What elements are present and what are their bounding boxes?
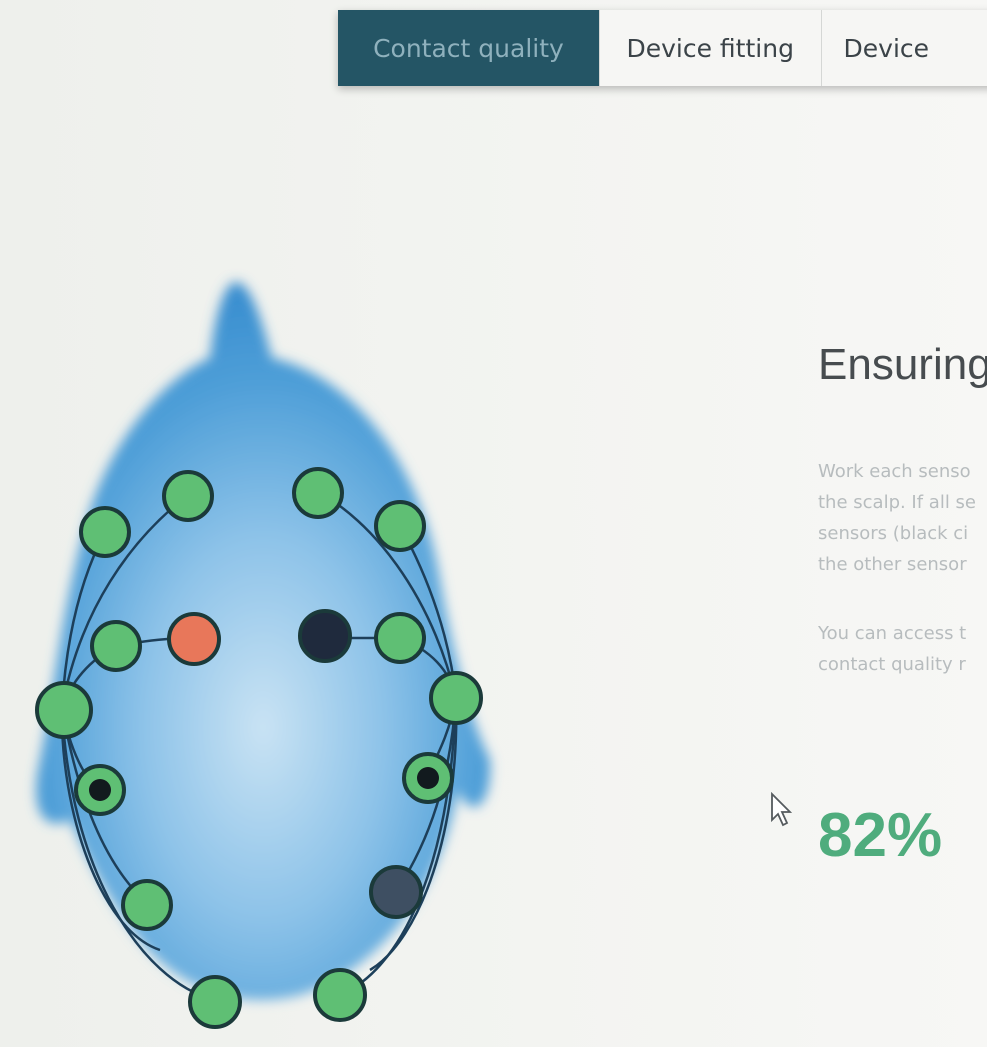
info-paragraph-1: Work each senso the scalp. If all se sen… <box>818 456 987 580</box>
tab-device-fitting[interactable]: Device fitting <box>600 10 822 86</box>
sensor-left-reference-dot <box>89 779 111 801</box>
info-paragraph-1-line: sensors (black ci <box>818 523 969 544</box>
sensor-right-front-outer[interactable] <box>374 500 426 552</box>
sensor-right-mid-inner[interactable] <box>374 612 426 664</box>
mouse-cursor-icon <box>770 791 793 832</box>
tab-bar: Contact quality Device fitting Device <box>338 10 987 86</box>
info-paragraph-1-line: the other sensor <box>818 554 967 575</box>
sensor-right-lower[interactable] <box>369 865 423 919</box>
sensor-left-temporal[interactable] <box>35 681 93 739</box>
info-paragraph-1-line: the scalp. If all se <box>818 492 977 513</box>
head-diagram <box>35 282 491 1029</box>
sensor-left-mid-inner[interactable] <box>90 620 142 672</box>
head-sensor-map <box>0 250 560 1047</box>
info-paragraph-1-line: Work each senso <box>818 461 971 482</box>
sensor-left-front-outer[interactable] <box>79 506 131 558</box>
sensor-left-front-upper[interactable] <box>162 470 214 522</box>
info-paragraph-2-line: contact quality r <box>818 654 966 675</box>
contact-quality-percent: 82% <box>818 801 943 870</box>
tab-contact-quality[interactable]: Contact quality <box>338 10 600 86</box>
sensor-left-occipital[interactable] <box>188 975 242 1029</box>
sensor-right-mid-center[interactable] <box>298 609 352 663</box>
info-panel: Ensuring Work each senso the scalp. If a… <box>818 340 987 680</box>
sensor-right-occipital[interactable] <box>313 968 367 1022</box>
contact-quality-screen: Contact quality Device fitting Device En… <box>0 0 987 1047</box>
sensor-right-temporal[interactable] <box>429 671 483 725</box>
info-heading: Ensuring <box>818 340 987 389</box>
sensor-right-reference-dot <box>417 767 439 789</box>
sensor-left-lower[interactable] <box>121 879 173 931</box>
info-paragraph-2: You can access t contact quality r <box>818 618 987 680</box>
tab-device[interactable]: Device <box>822 10 987 86</box>
sensor-left-mid-center[interactable] <box>167 612 221 666</box>
sensor-right-front-upper[interactable] <box>292 467 344 519</box>
info-paragraph-2-line: You can access t <box>818 623 967 644</box>
